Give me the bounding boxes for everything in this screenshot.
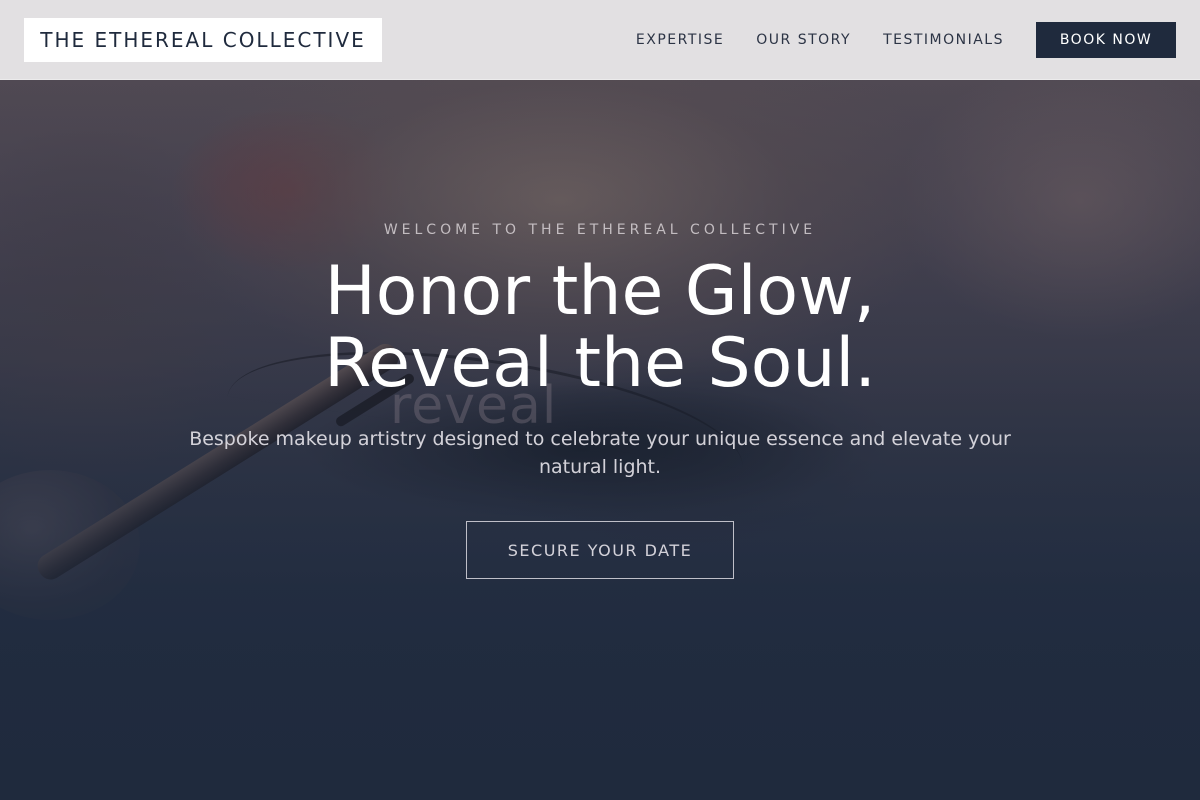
site-logo[interactable]: THE ETHEREAL COLLECTIVE [24, 18, 382, 62]
hero-headline-line-1: Honor the Glow, [324, 252, 876, 331]
nav-link-expertise[interactable]: EXPERTISE [636, 32, 724, 48]
main-nav: EXPERTISE OUR STORY TESTIMONIALS [636, 0, 1004, 80]
landing-page: THE ETHEREAL COLLECTIVE EXPERTISE OUR ST… [0, 0, 1200, 800]
book-now-button[interactable]: BOOK NOW [1036, 22, 1176, 58]
hero-subtext: Bespoke makeup artistry designed to cele… [189, 428, 1011, 478]
site-header: THE ETHEREAL COLLECTIVE EXPERTISE OUR ST… [0, 0, 1200, 80]
hero-eyebrow: WELCOME TO THE ETHEREAL COLLECTIVE [383, 222, 817, 238]
hero-headline-line-2: Reveal the Soul. [324, 324, 876, 403]
secure-your-date-button[interactable]: SECURE YOUR DATE [466, 521, 734, 579]
nav-link-our-story[interactable]: OUR STORY [756, 32, 851, 48]
hero-headline: Honor the Glow, Reveal the Soul. [0, 256, 1200, 400]
nav-link-testimonials[interactable]: TESTIMONIALS [883, 32, 1004, 48]
